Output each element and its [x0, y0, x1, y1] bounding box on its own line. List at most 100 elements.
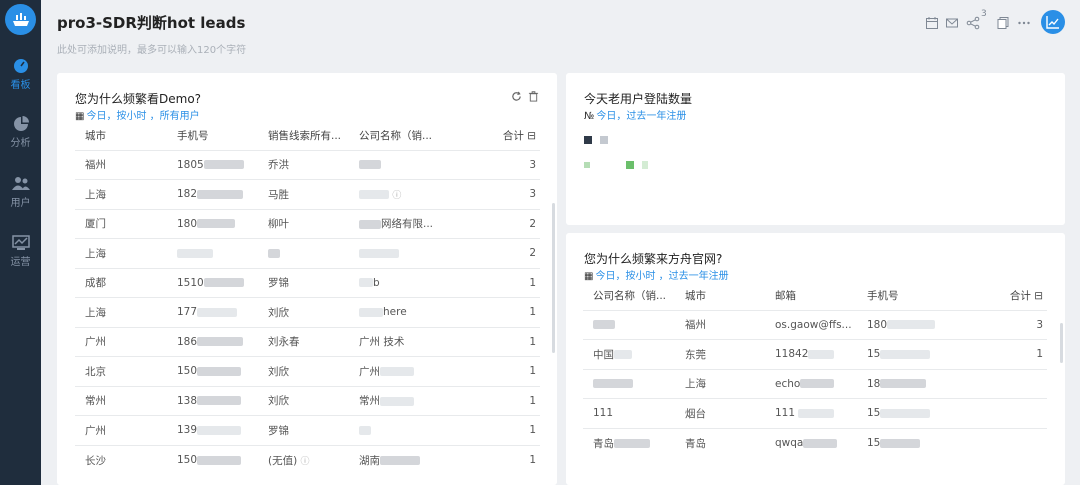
logo-icon	[12, 12, 29, 26]
phone-cell: 150	[167, 356, 258, 386]
table-row: 广州 139 罗锦 1	[75, 415, 540, 445]
column-header-total[interactable]: 合计 ⊟	[967, 282, 1047, 310]
filter-summary: ，过去一年注册	[616, 111, 687, 122]
legend-swatch-green-faint	[642, 161, 648, 169]
sidebar-item-operations[interactable]: 运营	[0, 235, 41, 268]
share-icon[interactable]	[966, 16, 980, 30]
total-cell: 3	[967, 309, 1047, 340]
city-cell: 青岛	[675, 427, 765, 458]
company-cell	[583, 368, 675, 399]
owner-cell	[258, 238, 349, 268]
metric-values	[584, 161, 648, 169]
email-cell: echo	[765, 368, 857, 399]
table-header-row: 城市 手机号 销售线索所有... 公司名称（销... 合计 ⊟	[75, 122, 540, 150]
card-subtitle[interactable]: ▦ 今日，按小时 ，过去一年注册	[584, 267, 729, 282]
column-header[interactable]: 邮箱	[765, 282, 857, 310]
info-icon: ⓘ	[392, 190, 402, 201]
card-old-user-logins: 今天老用户登陆数量 № 今日，过去一年注册	[566, 73, 1065, 225]
table-icon: ▦	[584, 271, 594, 282]
table-row: 上海 182 马胜 ⓘ 3	[75, 179, 540, 209]
legend-swatch-green	[626, 161, 634, 169]
city-cell: 北京	[75, 356, 167, 386]
phone-cell: 15	[857, 427, 967, 458]
company-cell: 常州	[349, 385, 469, 416]
operations-icon	[11, 235, 30, 250]
column-header[interactable]: 手机号	[857, 282, 967, 310]
city-cell: 成都	[75, 267, 167, 298]
more-icon[interactable]	[1017, 16, 1031, 30]
company-cell: 青岛	[583, 427, 675, 458]
total-cell: 1	[469, 326, 540, 357]
sidebar-item-label: 看板	[10, 80, 31, 91]
company-cell: 网络有限...	[349, 208, 469, 239]
column-header[interactable]: 公司名称（销...	[349, 122, 469, 150]
table-row: 北京 150 刘欣 广州 1	[75, 356, 540, 386]
column-header[interactable]: 城市	[75, 122, 167, 150]
refresh-icon[interactable]	[511, 91, 522, 102]
company-cell: 湖南	[349, 444, 469, 475]
page-title: pro3-SDR判断hot leads	[57, 14, 246, 32]
table-row: 长沙 150 (无值) ⓘ 湖南 1	[75, 444, 540, 475]
sidebar-item-analysis[interactable]: 分析	[0, 116, 41, 149]
company-cell	[349, 149, 469, 180]
owner-cell: 罗锦	[258, 415, 349, 445]
card-subtitle[interactable]: № 今日，过去一年注册	[584, 107, 686, 122]
owner-cell: 柳叶	[258, 208, 349, 239]
legend-swatch-light	[600, 136, 608, 144]
card-title: 今天老用户登陆数量	[584, 92, 693, 106]
app-logo[interactable]	[5, 4, 36, 35]
city-cell: 广州	[75, 326, 167, 357]
column-header-total[interactable]: 合计 ⊟	[469, 122, 540, 150]
total-cell: 1	[967, 339, 1047, 369]
date-range-link[interactable]: 今日	[595, 271, 615, 282]
date-range-link[interactable]: 今日	[86, 111, 106, 122]
card-website-visits: 您为什么频繁来方舟官网? ▦ 今日，按小时 ，过去一年注册 公司名称（销... 城…	[566, 233, 1065, 485]
phone-cell: 182	[167, 179, 258, 209]
copy-icon[interactable]	[996, 16, 1010, 30]
sidebar-item-dashboard[interactable]: 看板	[0, 58, 41, 91]
total-cell: 1	[469, 267, 540, 298]
card-subtitle[interactable]: ▦ 今日，按小时 ，所有用户	[75, 107, 200, 122]
table-row: 中国 东莞 11842 15 1	[583, 339, 1047, 369]
total-cell: 1	[469, 415, 540, 445]
table-row: 厦门 180 柳叶 网络有限... 2	[75, 208, 540, 239]
city-cell: 上海	[75, 179, 167, 209]
company-cell	[349, 415, 469, 445]
total-cell: 3	[469, 149, 540, 180]
legend-swatch-green-light	[584, 162, 590, 168]
city-cell: 厦门	[75, 208, 167, 239]
owner-cell: 刘欣	[258, 385, 349, 416]
city-cell: 福州	[75, 149, 167, 180]
city-cell: 长沙	[75, 444, 167, 475]
phone-cell: 1805	[167, 149, 258, 180]
phone-cell: 180	[167, 208, 258, 239]
phone-cell: 18	[857, 368, 967, 399]
table-row: 福州 os.gaow@ffs... 180 3	[583, 309, 1047, 340]
date-range-link[interactable]: 今日	[596, 111, 616, 122]
mail-icon[interactable]	[945, 16, 959, 30]
table-scrollbar[interactable]	[1060, 323, 1063, 363]
column-header[interactable]: 销售线索所有...	[258, 122, 349, 150]
number-icon: №	[584, 111, 595, 122]
sidebar-item-users[interactable]: 用户	[0, 176, 41, 209]
info-icon: ⓘ	[300, 456, 310, 467]
phone-cell: 15	[857, 339, 967, 369]
users-icon	[11, 177, 30, 190]
column-header[interactable]: 城市	[675, 282, 765, 310]
sidebar-item-label: 分析	[10, 138, 31, 149]
legend-swatch-dark	[584, 136, 592, 144]
company-cell: 广州	[349, 356, 469, 386]
city-cell: 上海	[75, 297, 167, 327]
delete-icon[interactable]	[528, 91, 539, 102]
card-title: 您为什么频繁看Demo?	[75, 92, 202, 106]
pie-chart-icon	[13, 116, 29, 131]
page-description[interactable]: 此处可添加说明，最多可以输入120个字符	[57, 41, 246, 56]
sidebar-item-label: 用户	[10, 198, 31, 209]
calendar-icon[interactable]	[925, 16, 939, 30]
column-header[interactable]: 公司名称（销...	[583, 282, 675, 310]
phone-cell: 139	[167, 415, 258, 445]
owner-cell: 乔洪	[258, 149, 349, 180]
column-header[interactable]: 手机号	[167, 122, 258, 150]
add-chart-button[interactable]	[1041, 10, 1065, 34]
table-scrollbar[interactable]	[552, 203, 555, 353]
